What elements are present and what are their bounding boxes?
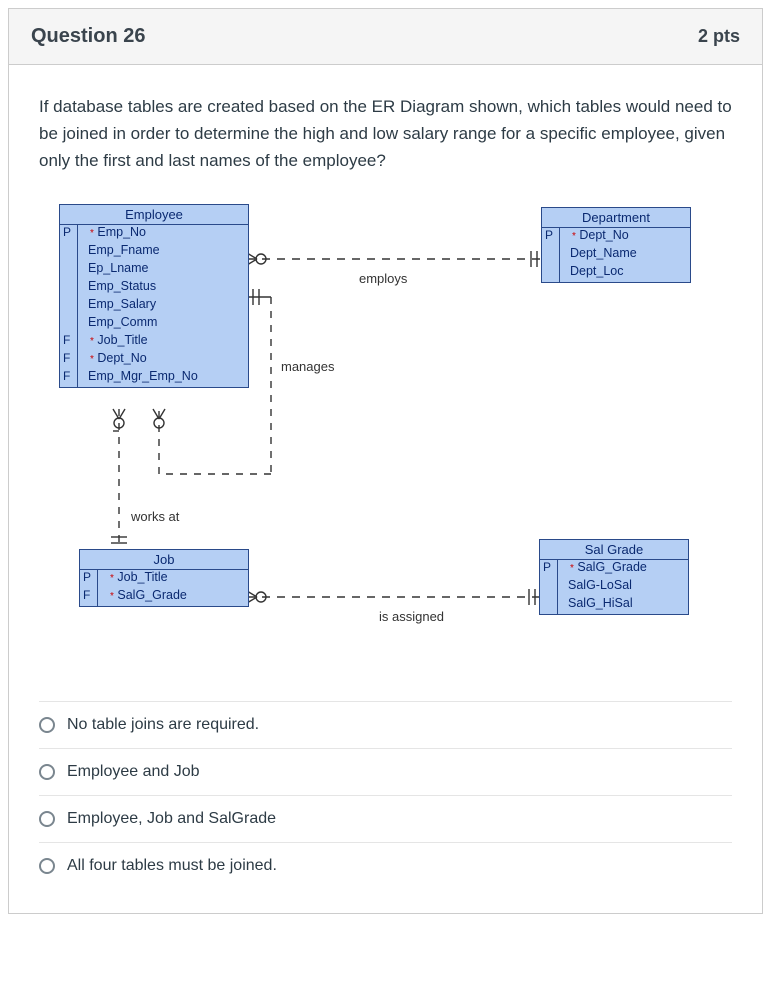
entity-salgrade: Sal Grade P* SalG_Grade SalG-LoSal SalG_…: [539, 539, 689, 615]
answer-option[interactable]: Employee, Job and SalGrade: [39, 795, 732, 842]
entity-job-body: PF* Job_Title* SalG_Grade: [80, 570, 248, 606]
answer-option[interactable]: Employee and Job: [39, 748, 732, 795]
entity-department-title: Department: [542, 208, 690, 228]
relation-worksat: works at: [131, 509, 179, 524]
answer-text: All four tables must be joined.: [67, 857, 277, 875]
answer-option[interactable]: No table joins are required.: [39, 701, 732, 748]
entity-employee-title: Employee: [60, 205, 248, 225]
answer-text: No table joins are required.: [67, 716, 259, 734]
answer-text: Employee, Job and SalGrade: [67, 810, 276, 828]
entity-employee-body: PFFF* Emp_No Emp_Fname Ep_Lname Emp_Stat…: [60, 225, 248, 387]
entity-department-body: P* Dept_No Dept_Name Dept_Loc: [542, 228, 690, 282]
question-card: Question 26 2 pts If database tables are…: [8, 8, 763, 914]
entity-job: Job PF* Job_Title* SalG_Grade: [79, 549, 249, 607]
radio-icon[interactable]: [39, 717, 55, 733]
answer-text: Employee and Job: [67, 763, 200, 781]
answer-list: No table joins are required. Employee an…: [39, 701, 732, 889]
radio-icon[interactable]: [39, 858, 55, 874]
answer-option[interactable]: All four tables must be joined.: [39, 842, 732, 889]
question-title: Question 26: [31, 25, 145, 48]
entity-department: Department P* Dept_No Dept_Name Dept_Loc: [541, 207, 691, 283]
entity-employee: Employee PFFF* Emp_No Emp_Fname Ep_Lname…: [59, 204, 249, 388]
relation-manages: manages: [281, 359, 334, 374]
relation-employs: employs: [359, 271, 407, 286]
question-prompt: If database tables are created based on …: [39, 93, 732, 175]
radio-icon[interactable]: [39, 811, 55, 827]
relation-isassigned: is assigned: [379, 609, 444, 624]
radio-icon[interactable]: [39, 764, 55, 780]
question-body: If database tables are created based on …: [9, 65, 762, 913]
entity-job-title: Job: [80, 550, 248, 570]
er-diagram: Employee PFFF* Emp_No Emp_Fname Ep_Lname…: [39, 199, 719, 679]
question-header: Question 26 2 pts: [9, 9, 762, 65]
entity-salgrade-title: Sal Grade: [540, 540, 688, 560]
entity-salgrade-body: P* SalG_Grade SalG-LoSal SalG_HiSal: [540, 560, 688, 614]
question-points: 2 pts: [698, 26, 740, 47]
